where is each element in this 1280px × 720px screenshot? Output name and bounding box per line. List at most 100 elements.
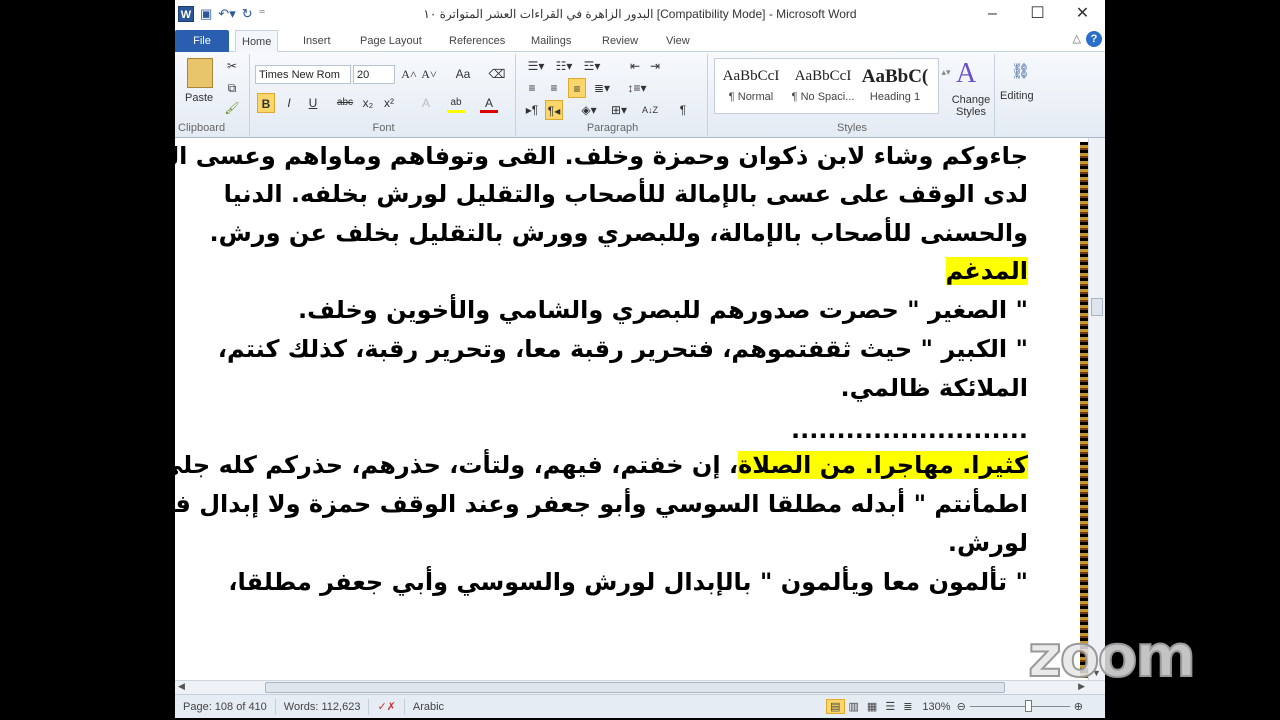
tab-references[interactable]: References xyxy=(443,30,511,52)
strikethrough-button[interactable]: abc xyxy=(334,93,356,113)
clipboard-group: Paste ✂ ⧉ 🖌 Clipboard xyxy=(175,54,250,136)
rtl-direction-icon[interactable]: ¶◂ xyxy=(545,100,563,120)
highlight-color-button[interactable]: ab xyxy=(447,93,465,113)
font-group: Times New Rom 20 A˄ A˅ Aa ⌫ B I U abc x₂… xyxy=(252,54,516,136)
change-case-button[interactable]: Aa xyxy=(451,64,475,84)
scroll-left-icon[interactable]: ◀ xyxy=(178,681,185,692)
paste-icon[interactable] xyxy=(187,58,213,88)
underline-button[interactable]: U xyxy=(304,93,322,113)
bold-button[interactable]: B xyxy=(257,93,275,113)
web-layout-icon[interactable]: ▦ xyxy=(863,700,881,713)
ribbon-tabs: File Home Insert Page Layout References … xyxy=(175,28,1105,52)
status-bar: Page: 108 of 410 Words: 112,623 ✓✗ Arabi… xyxy=(175,694,1105,718)
show-formatting-button[interactable]: ¶ xyxy=(674,100,692,120)
heading-mudgham: المدغم xyxy=(945,257,1029,285)
page-border-art xyxy=(1080,142,1088,678)
align-left-icon[interactable]: ≡ xyxy=(523,78,541,98)
tab-home[interactable]: Home xyxy=(235,30,279,52)
find-binoculars-icon[interactable]: ⛓ xyxy=(1011,62,1030,80)
bullets-icon[interactable]: ☰▾ xyxy=(523,56,549,76)
document-line: كثيرا. مهاجرا. من الصلاة، إن خفتم، فيهم،… xyxy=(175,451,1029,479)
horizontal-scrollbar[interactable]: ◀ ▶ xyxy=(175,680,1105,694)
ltr-direction-icon[interactable]: ▸¶ xyxy=(523,100,541,120)
document-line: " الكبير " حيث ثقفتموهم، فتحرير رقبة معا… xyxy=(217,335,1029,363)
zoom-slider[interactable] xyxy=(969,700,1070,712)
page-count[interactable]: Page: 108 of 410 xyxy=(175,698,276,715)
font-color-button[interactable]: A xyxy=(480,93,498,113)
font-size-dropdown[interactable]: 20 xyxy=(353,65,395,84)
shrink-font-button[interactable]: A˅ xyxy=(420,64,438,84)
document-area[interactable]: جاءوكم وشاء لابن ذكوان وحمزة وخلف. القى … xyxy=(175,138,1088,680)
paragraph-label: Paragraph xyxy=(586,122,639,134)
sort-button[interactable]: A↓Z xyxy=(641,100,659,120)
minimize-ribbon-icon[interactable]: △ xyxy=(1073,32,1081,45)
document-line: اطمأنتم " أبدله مطلقا السوسي وأبو جعفر و… xyxy=(175,490,1029,518)
decrease-indent-icon[interactable]: ⇤ xyxy=(626,56,644,76)
proofing-icon[interactable]: ✓✗ xyxy=(369,698,405,715)
document-line: لورش. xyxy=(947,529,1029,557)
shading-icon[interactable]: ◈▾ xyxy=(576,100,602,120)
vertical-scroll-thumb[interactable] xyxy=(1091,298,1103,316)
tab-view[interactable]: View xyxy=(660,30,696,52)
clear-formatting-icon[interactable]: ⌫ xyxy=(488,64,506,84)
zoom-out-button[interactable]: ⊖ xyxy=(957,700,966,713)
window-title: البدور الزاهرة في القراءات العشر المتوات… xyxy=(423,7,857,21)
vertical-scrollbar[interactable]: ▼ xyxy=(1088,138,1105,680)
style-normal[interactable]: AaBbCcI ¶ Normal xyxy=(716,68,786,103)
minimize-button[interactable]: – xyxy=(970,0,1015,28)
editing-button[interactable]: Editing xyxy=(1000,90,1034,102)
align-center-icon[interactable]: ≡ xyxy=(545,78,563,98)
zoom-slider-thumb[interactable] xyxy=(1024,700,1032,712)
title-bar: W ▣ ↶▾ ↻ ⁼ البدور الزاهرة في القراءات ال… xyxy=(175,0,1105,28)
print-layout-icon[interactable]: ▤ xyxy=(826,699,845,714)
copy-icon[interactable]: ⧉ xyxy=(223,78,241,98)
change-styles-button[interactable]: Change Styles xyxy=(946,94,996,118)
zoom-level[interactable]: 130% xyxy=(916,701,956,713)
grow-font-button[interactable]: A˄ xyxy=(400,64,418,84)
subscript-button[interactable]: x₂ xyxy=(359,93,377,113)
increase-indent-icon[interactable]: ⇥ xyxy=(646,56,664,76)
align-right-icon[interactable]: ≡ xyxy=(568,78,586,98)
close-button[interactable]: ✕ xyxy=(1060,0,1105,28)
tab-file[interactable]: File xyxy=(175,30,229,52)
numbering-icon[interactable]: ☷▾ xyxy=(551,56,577,76)
draft-icon[interactable]: ≣ xyxy=(899,700,916,713)
text-effects-icon[interactable]: A xyxy=(417,93,435,113)
styles-group: AaBbCcI ¶ Normal AaBbCcI ¶ No Spaci... AaB… xyxy=(710,54,995,136)
language-indicator[interactable]: Arabic xyxy=(405,699,452,715)
line-spacing-icon[interactable]: ↕≡▾ xyxy=(624,78,650,98)
styles-scroll-icon[interactable]: ▴▾ xyxy=(940,62,952,82)
zoom-in-button[interactable]: ⊕ xyxy=(1074,700,1105,713)
outline-icon[interactable]: ☰ xyxy=(881,700,899,713)
document-line: " الصغير " حصرت صدورهم للبصري والشامي وا… xyxy=(298,296,1029,324)
horizontal-scroll-thumb[interactable] xyxy=(265,682,1005,693)
highlighted-text: كثيرا. مهاجرا. من الصلاة xyxy=(738,451,1029,479)
help-icon[interactable]: ? xyxy=(1086,31,1102,47)
zoom-watermark: zoom xyxy=(1027,621,1197,691)
multilevel-list-icon[interactable]: ☲▾ xyxy=(579,56,605,76)
tab-review[interactable]: Review xyxy=(596,30,644,52)
change-styles-icon[interactable]: A xyxy=(956,58,976,90)
font-name-dropdown[interactable]: Times New Rom xyxy=(255,65,351,84)
style-no-spacing[interactable]: AaBbCcI ¶ No Spaci... xyxy=(788,68,858,103)
dotted-separator: .......................... xyxy=(790,416,1028,444)
maximize-button[interactable]: ☐ xyxy=(1015,0,1060,28)
style-heading-1[interactable]: AaBbC(Heading 1 xyxy=(860,66,930,103)
tab-insert[interactable]: Insert xyxy=(297,30,337,52)
cut-icon[interactable]: ✂ xyxy=(223,56,241,76)
full-screen-reading-icon[interactable]: ▥ xyxy=(845,700,863,713)
word-count[interactable]: Words: 112,623 xyxy=(276,698,370,715)
superscript-button[interactable]: x² xyxy=(380,93,398,113)
format-painter-icon[interactable]: 🖌 xyxy=(223,98,241,118)
justify-icon[interactable]: ≣▾ xyxy=(590,78,614,98)
document-line: " تألمون معا ويألمون " بالإبدال لورش وال… xyxy=(228,568,1029,596)
document-line: لدى الوقف على عسى بالإمالة للأصحاب والتق… xyxy=(223,180,1029,208)
editing-group: ⛓ Editing xyxy=(997,54,1047,136)
tab-page-layout[interactable]: Page Layout xyxy=(354,30,428,52)
tab-mailings[interactable]: Mailings xyxy=(525,30,577,52)
document-line: الملائكة ظالمي. xyxy=(840,374,1029,402)
borders-icon[interactable]: ⊞▾ xyxy=(606,100,632,120)
paste-button[interactable]: Paste xyxy=(185,92,213,104)
styles-label: Styles xyxy=(837,122,867,134)
italic-button[interactable]: I xyxy=(280,93,298,113)
